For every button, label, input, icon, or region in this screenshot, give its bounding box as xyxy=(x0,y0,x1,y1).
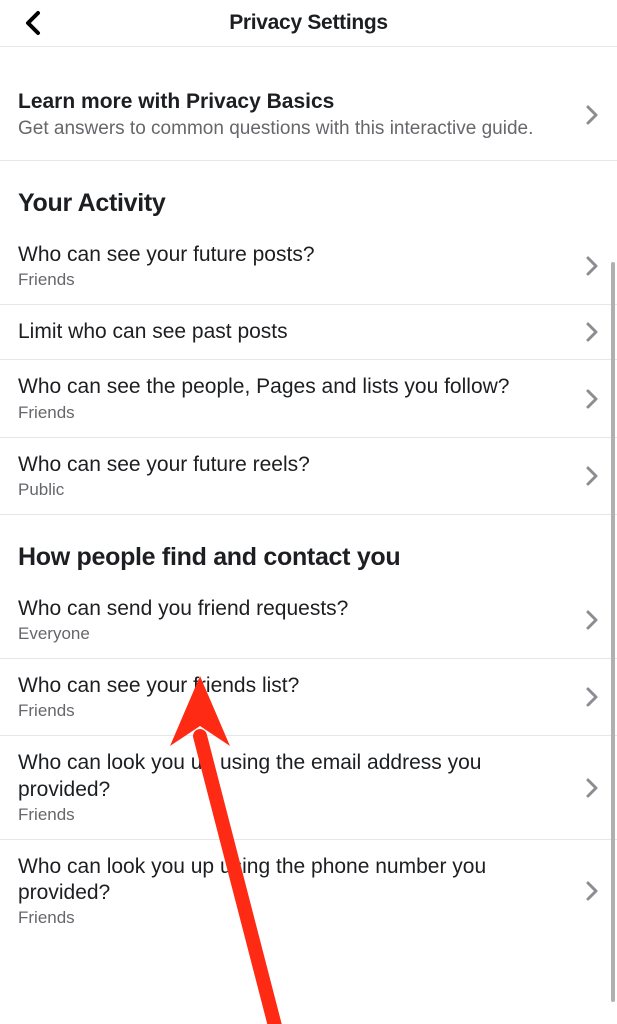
back-button[interactable] xyxy=(18,8,48,38)
row-label: Who can see your future posts? xyxy=(18,242,561,268)
content: Learn more with Privacy Basics Get answe… xyxy=(0,75,617,942)
privacy-basics-title: Learn more with Privacy Basics xyxy=(18,89,533,115)
scrollbar[interactable] xyxy=(611,262,615,1002)
section-title-find-contact: How people find and contact you xyxy=(0,515,617,582)
row-lookup-email[interactable]: Who can look you up using the email addr… xyxy=(0,736,617,840)
chevron-right-icon xyxy=(585,880,599,902)
row-label: Who can see your friends list? xyxy=(18,673,561,699)
row-label: Who can see the people, Pages and lists … xyxy=(18,374,561,400)
row-past-posts[interactable]: Limit who can see past posts xyxy=(0,305,617,360)
privacy-basics-subtitle: Get answers to common questions with thi… xyxy=(18,117,533,142)
section-title-activity: Your Activity xyxy=(0,161,617,228)
row-future-reels[interactable]: Who can see your future reels? Public xyxy=(0,438,617,515)
row-label: Who can send you friend requests? xyxy=(18,596,561,622)
row-friend-requests[interactable]: Who can send you friend requests? Everyo… xyxy=(0,582,617,659)
row-label: Limit who can see past posts xyxy=(18,319,561,345)
chevron-left-icon xyxy=(24,10,42,36)
row-value: Friends xyxy=(18,908,561,928)
row-future-posts[interactable]: Who can see your future posts? Friends xyxy=(0,228,617,305)
row-following[interactable]: Who can see the people, Pages and lists … xyxy=(0,360,617,437)
row-friends-list[interactable]: Who can see your friends list? Friends xyxy=(0,659,617,736)
row-lookup-phone[interactable]: Who can look you up using the phone numb… xyxy=(0,840,617,943)
privacy-basics-item[interactable]: Learn more with Privacy Basics Get answe… xyxy=(0,75,617,161)
page-title: Privacy Settings xyxy=(229,11,388,35)
chevron-right-icon xyxy=(585,388,599,410)
row-value: Everyone xyxy=(18,624,561,644)
row-label: Who can look you up using the phone numb… xyxy=(18,854,561,907)
row-value: Friends xyxy=(18,270,561,290)
header: Privacy Settings xyxy=(0,0,617,46)
chevron-right-icon xyxy=(585,321,599,343)
row-value: Public xyxy=(18,480,561,500)
chevron-right-icon xyxy=(585,777,599,799)
row-label: Who can see your future reels? xyxy=(18,452,561,478)
chevron-right-icon xyxy=(585,686,599,708)
row-value: Friends xyxy=(18,403,561,423)
divider xyxy=(0,46,617,47)
chevron-right-icon xyxy=(585,465,599,487)
row-value: Friends xyxy=(18,701,561,721)
chevron-right-icon xyxy=(585,255,599,277)
row-label: Who can look you up using the email addr… xyxy=(18,750,561,803)
chevron-right-icon xyxy=(585,104,599,126)
chevron-right-icon xyxy=(585,609,599,631)
row-value: Friends xyxy=(18,805,561,825)
